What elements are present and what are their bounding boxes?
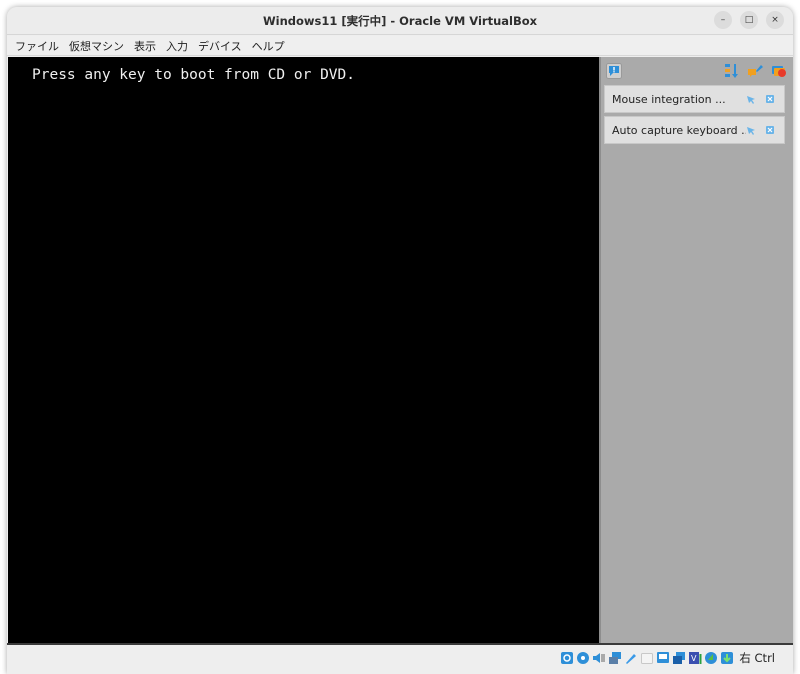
dismiss-all-icon[interactable] [771,63,787,79]
menu-view[interactable]: 表示 [134,38,156,54]
recording-icon[interactable] [672,651,686,665]
notification-text: Mouse integration ... [612,92,726,106]
minimize-button[interactable]: – [714,11,732,29]
notification-auto-capture-keyboard[interactable]: Auto capture keyboard ... [604,116,785,144]
window-title: Windows11 [実行中] - Oracle VM VirtualBox [262,13,538,28]
notification-center: Mouse integration ... Auto capture keybo… [599,57,793,643]
usb-icon[interactable] [624,651,638,665]
window-controls: – □ × [714,11,784,29]
notification-icon[interactable] [606,63,622,79]
status-bar: V 右 Ctrl [7,643,793,674]
notification-toolbar [601,57,791,83]
mouse-integration-icon[interactable] [704,651,718,665]
menu-bar: ファイル 仮想マシン 表示 入力 デバイス ヘルプ [7,36,793,56]
network-icon[interactable] [608,651,622,665]
console-text: Press any key to boot from CD or DVD. [32,67,356,83]
edit-icon[interactable] [747,63,763,79]
mouse-pointer-icon [747,127,755,135]
vm-display[interactable]: Press any key to boot from CD or DVD. [8,57,599,643]
menu-input[interactable]: 入力 [166,38,188,54]
keyboard-capture-icon[interactable] [720,651,734,665]
close-icon: × [771,14,779,25]
close-button[interactable]: × [766,11,784,29]
menu-help[interactable]: ヘルプ [252,38,285,54]
display-icon[interactable] [656,651,670,665]
mouse-pointer-icon [747,96,755,104]
audio-icon[interactable] [592,651,606,665]
svg-text:V: V [691,654,697,663]
menu-file[interactable]: ファイル [15,38,59,54]
sort-icon[interactable] [723,63,739,79]
close-notification-icon[interactable] [765,94,775,104]
status-icons: V 右 Ctrl [560,650,775,666]
host-key-label[interactable]: 右 Ctrl [739,650,775,666]
virtualbox-window: Windows11 [実行中] - Oracle VM VirtualBox –… [7,7,793,674]
virtualization-icon[interactable]: V [688,651,702,665]
menu-machine[interactable]: 仮想マシン [69,38,124,54]
notification-mouse-integration[interactable]: Mouse integration ... [604,85,785,113]
optical-drive-icon[interactable] [576,651,590,665]
title-bar[interactable]: Windows11 [実行中] - Oracle VM VirtualBox –… [7,7,793,35]
minimize-icon: – [720,14,726,25]
notification-text: Auto capture keyboard ... [612,123,746,137]
maximize-icon: □ [744,14,754,25]
close-notification-icon[interactable] [765,125,775,135]
hard-disk-icon[interactable] [560,651,574,665]
maximize-button[interactable]: □ [740,11,758,29]
menu-devices[interactable]: デバイス [198,38,242,54]
shared-folders-icon[interactable] [640,651,654,665]
